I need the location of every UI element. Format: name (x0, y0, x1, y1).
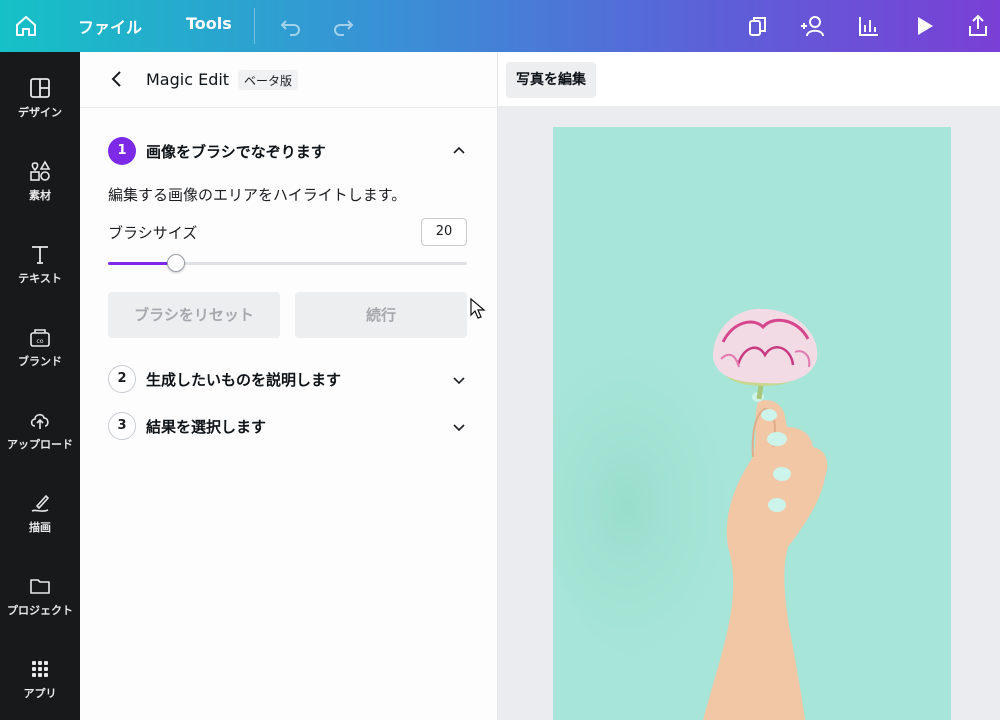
step-1-number: 1 (108, 137, 136, 165)
edit-photo-button[interactable]: 写真を編集 (506, 62, 596, 98)
rail-item-label: ブランド (18, 355, 62, 368)
brush-size-slider[interactable] (108, 254, 467, 272)
rail-item-projects[interactable]: プロジェクト (0, 568, 80, 638)
rail-item-label: プロジェクト (7, 604, 73, 617)
brand-icon: co (30, 329, 50, 347)
rail-item-label: 素材 (29, 189, 51, 202)
beta-badge: ベータ版 (238, 70, 299, 90)
chevron-down-icon[interactable] (451, 372, 467, 388)
file-menu[interactable]: ファイル (78, 14, 142, 38)
svg-text:co: co (37, 338, 44, 345)
rail-item-label: アプリ (23, 687, 57, 700)
panel-title: Magic Edit (146, 70, 230, 89)
mouse-cursor-icon (470, 298, 486, 319)
cloud-upload-icon (30, 413, 49, 429)
continue-button[interactable]: 続行 (295, 292, 467, 338)
top-bar: ファイル Tools (0, 0, 1000, 52)
chevron-left-icon[interactable] (106, 68, 128, 90)
rail-item-text[interactable]: テキスト (0, 236, 80, 306)
toolbar-divider (254, 8, 255, 44)
panel-header: Magic Edit ベータ版 (80, 52, 498, 108)
brush-size-label: ブラシサイズ (108, 224, 198, 242)
magic-edit-panel: Magic Edit ベータ版 1 画像をブラシでなぞります 編集する画像のエリ… (80, 52, 498, 720)
left-rail: デザイン 素材 テキスト co ブランド アップロード 描画 プロジェクト アプ… (0, 52, 80, 720)
step-3-title[interactable]: 結果を選択します (146, 416, 266, 437)
rail-item-label: テキスト (18, 272, 62, 285)
slider-thumb[interactable] (167, 254, 185, 272)
rail-item-label: デザイン (18, 106, 62, 119)
canvas-area: 写真を編集 (498, 52, 1000, 720)
brush-size-input[interactable]: 20 (421, 218, 467, 246)
rail-item-label: 描画 (29, 521, 51, 534)
rail-item-label: アップロード (7, 438, 73, 451)
photo-canvas[interactable] (553, 127, 951, 720)
tools-menu[interactable]: Tools (186, 14, 232, 33)
chevron-down-icon[interactable] (451, 419, 467, 435)
insights-icon[interactable] (854, 12, 882, 40)
canvas-toolbar: 写真を編集 (498, 52, 1000, 106)
undo-icon[interactable] (278, 12, 304, 38)
folder-icon (30, 579, 50, 594)
rail-item-upload[interactable]: アップロード (0, 402, 80, 472)
rail-item-brand[interactable]: co ブランド (0, 319, 80, 389)
step-1-title[interactable]: 画像をブラシでなぞります (146, 141, 326, 162)
layout-icon (30, 78, 50, 98)
draw-icon (31, 494, 50, 512)
home-icon[interactable] (12, 12, 40, 40)
step-2-number: 2 (108, 365, 136, 393)
slider-fill (108, 262, 176, 265)
text-icon (32, 246, 48, 264)
rail-item-apps[interactable]: アプリ (0, 651, 80, 720)
step-3-number: 3 (108, 412, 136, 440)
resize-icon[interactable] (744, 12, 772, 40)
elements-icon (30, 160, 51, 181)
hand-with-flower-image (553, 127, 951, 720)
step-2-title[interactable]: 生成したいものを説明します (146, 369, 341, 390)
rail-item-design[interactable]: デザイン (0, 70, 80, 140)
reset-brush-button[interactable]: ブラシをリセット (108, 292, 280, 338)
rail-item-elements[interactable]: 素材 (0, 153, 80, 223)
present-icon[interactable] (910, 12, 938, 40)
rail-item-draw[interactable]: 描画 (0, 485, 80, 555)
upload-share-icon[interactable] (964, 12, 992, 40)
apps-icon (32, 661, 48, 677)
step-1-description: 編集する画像のエリアをハイライトします。 (108, 186, 407, 204)
share-people-icon[interactable] (798, 12, 826, 40)
chevron-up-icon[interactable] (451, 143, 467, 159)
redo-icon[interactable] (330, 12, 356, 38)
